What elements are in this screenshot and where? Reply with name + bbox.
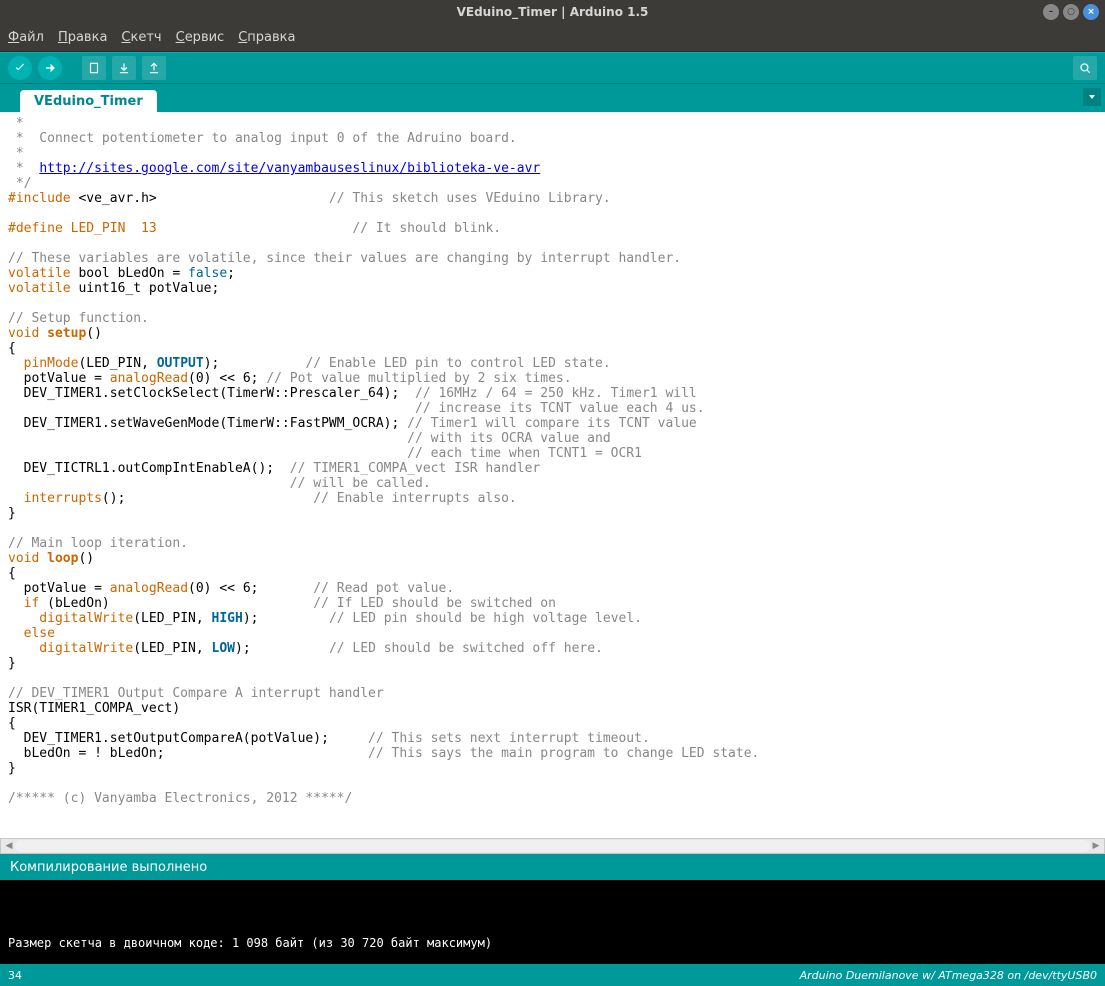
open-button[interactable]	[112, 56, 136, 80]
minimize-icon[interactable]: –	[1043, 4, 1059, 20]
upload-button[interactable]	[38, 56, 62, 80]
toolbar	[0, 52, 1105, 84]
serial-monitor-button[interactable]	[1073, 56, 1097, 80]
menu-edit[interactable]: Правка	[58, 30, 107, 45]
scroll-right-icon[interactable]: ▶	[1090, 840, 1102, 852]
menubar: Файл Правка Скетч Сервис Справка	[0, 24, 1105, 52]
maximize-icon[interactable]: ○	[1063, 4, 1079, 20]
tab-bar: VEduino_Timer	[0, 84, 1105, 112]
tab-sketch[interactable]: VEduino_Timer	[20, 90, 157, 112]
menu-sketch[interactable]: Скетч	[121, 30, 161, 45]
close-icon[interactable]: ×	[1083, 4, 1099, 20]
menu-file[interactable]: Файл	[8, 30, 44, 45]
save-button[interactable]	[142, 56, 166, 80]
line-number: 34	[8, 969, 22, 982]
menu-help[interactable]: Справка	[238, 30, 295, 45]
doc-link[interactable]: http://sites.google.com/site/vanyambause…	[39, 161, 540, 176]
board-info: Arduino Duemilanove w/ ATmega328 on /dev…	[22, 969, 1097, 982]
output-console[interactable]: Размер скетча в двоичном коде: 1 098 бай…	[0, 880, 1105, 964]
horizontal-scrollbar[interactable]: ◀ ▶	[0, 838, 1105, 854]
scroll-left-icon[interactable]: ◀	[3, 840, 15, 852]
code-editor[interactable]: * * Connect potentiometer to analog inpu…	[0, 112, 1105, 838]
verify-button[interactable]	[8, 56, 32, 80]
window-title: VEduino_Timer | Arduino 1.5	[0, 5, 1105, 19]
compile-status: Компилирование выполнено	[0, 854, 1105, 880]
menu-service[interactable]: Сервис	[176, 30, 225, 45]
statusbar: 34 Arduino Duemilanove w/ ATmega328 on /…	[0, 964, 1105, 986]
console-line: Размер скетча в двоичном коде: 1 098 бай…	[8, 936, 1097, 950]
new-button[interactable]	[82, 56, 106, 80]
tab-menu-icon[interactable]	[1083, 88, 1101, 106]
window-titlebar: VEduino_Timer | Arduino 1.5 – ○ ×	[0, 0, 1105, 24]
